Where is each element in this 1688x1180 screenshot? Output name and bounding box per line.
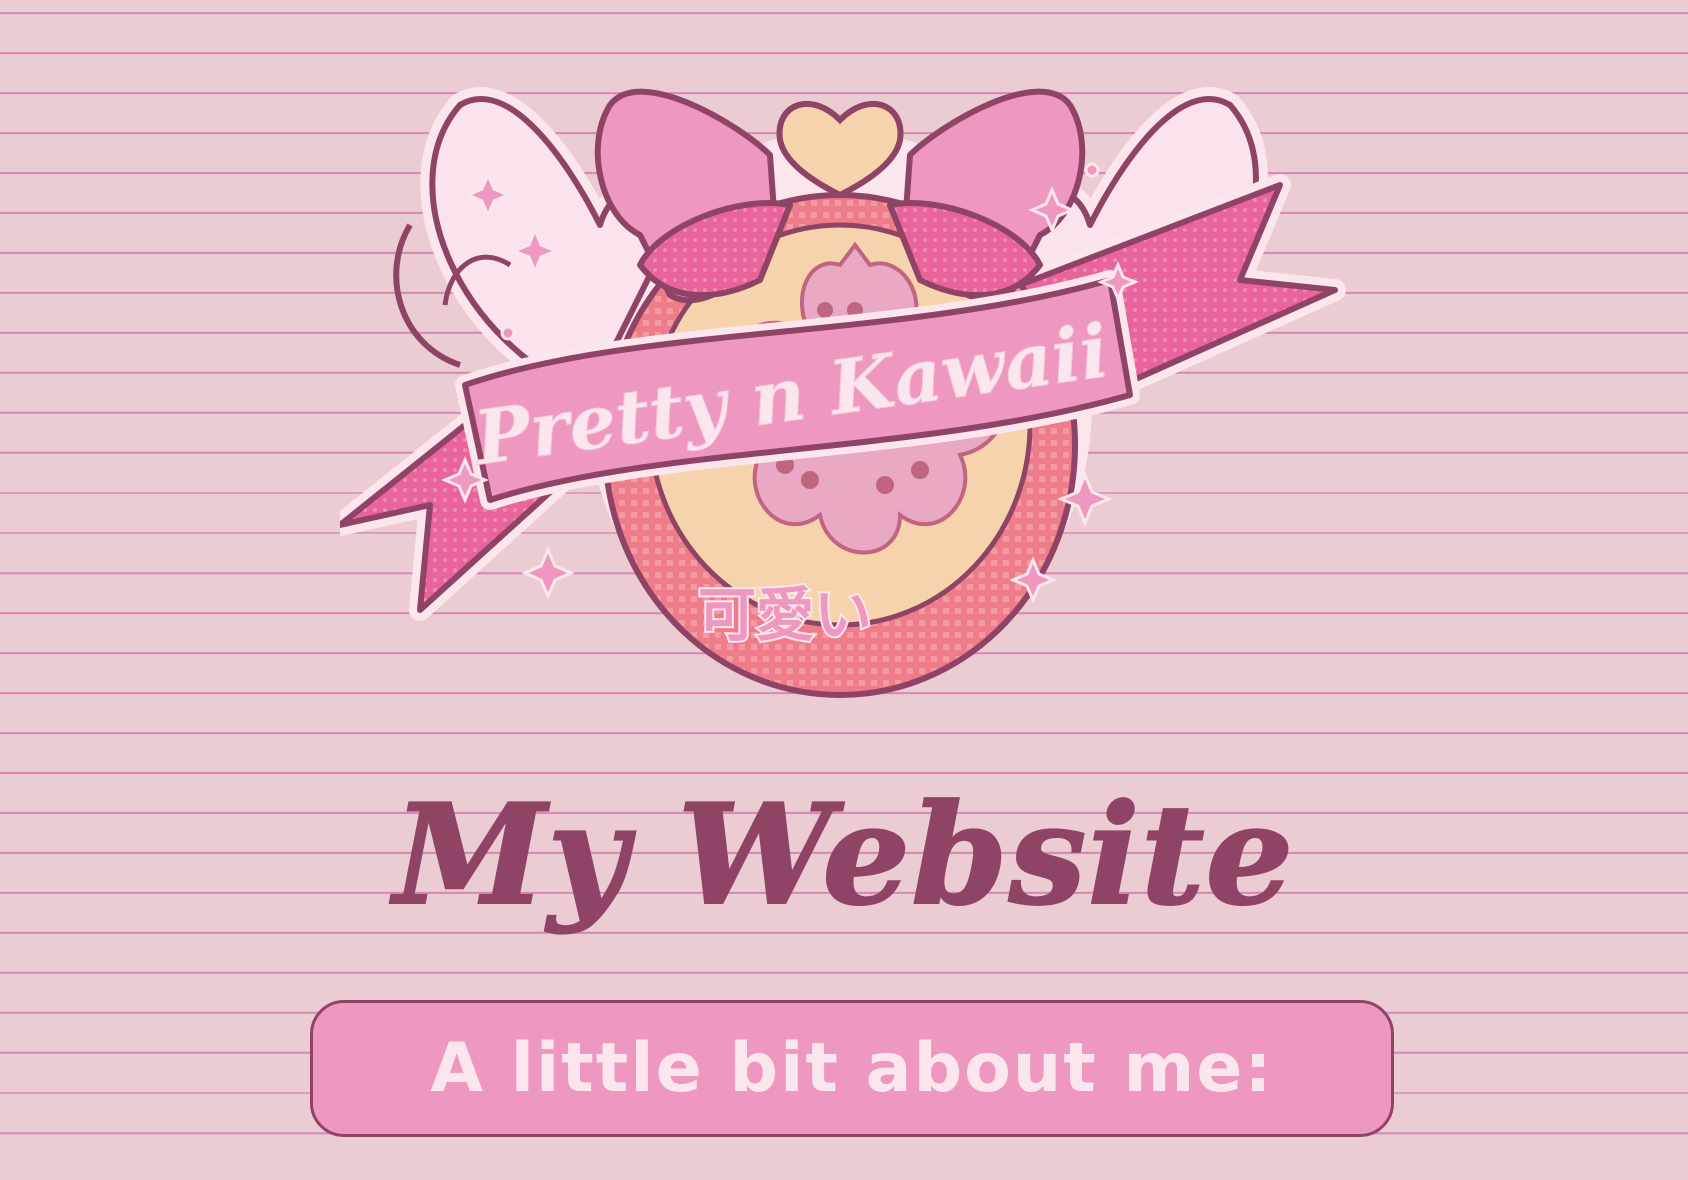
- about-me-heading-box: A little bit about me:: [310, 1000, 1394, 1137]
- about-me-heading: A little bit about me:: [430, 1029, 1274, 1108]
- logo-kanji-text: 可愛い: [698, 581, 872, 649]
- page-title: My Website: [393, 773, 1295, 936]
- kawaii-crest-logo: Pretty n Kawaii 可愛い: [340, 65, 1350, 725]
